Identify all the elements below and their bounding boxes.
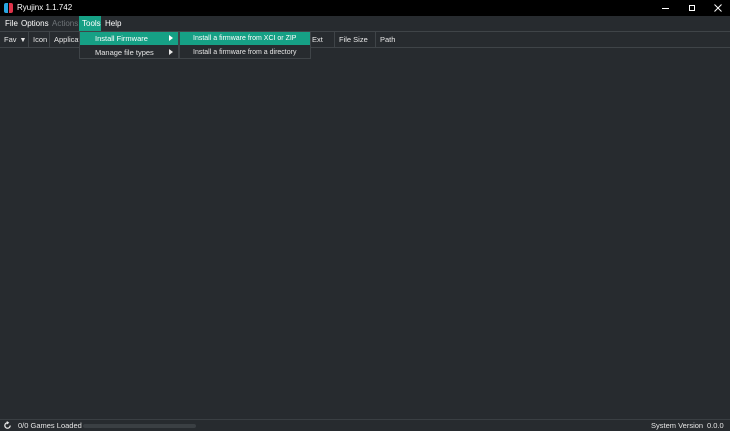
sort-down-icon: ▼ [19, 37, 27, 44]
install-firmware-xci-zip-item[interactable]: Install a firmware from XCI or ZIP [180, 32, 310, 45]
menu-help[interactable]: Help [102, 16, 124, 31]
menu-bar: File Options Actions Tools Help [0, 16, 730, 31]
close-button[interactable] [703, 0, 730, 16]
column-path[interactable]: Path [376, 32, 730, 47]
minimize-button[interactable] [650, 0, 680, 16]
install-firmware-directory-item[interactable]: Install a firmware from a directory [180, 46, 310, 59]
refresh-icon[interactable] [3, 421, 12, 430]
install-firmware-submenu: Install a firmware from XCI or ZIP Insta… [179, 31, 311, 59]
loading-progress-bar [83, 424, 196, 428]
install-firmware-menu-item[interactable]: Install Firmware [80, 32, 178, 45]
games-loaded-count: 0/0 Games Loaded [18, 421, 82, 430]
maximize-icon [689, 5, 695, 11]
minimize-icon [661, 7, 669, 9]
ryujinx-logo-icon [4, 3, 13, 13]
submenu-arrow-icon [169, 35, 173, 41]
close-icon [714, 4, 722, 12]
window-title: Ryujinx 1.1.742 [17, 3, 73, 12]
manage-file-types-menu-item[interactable]: Manage file types [80, 46, 178, 59]
title-bar: Ryujinx 1.1.742 [0, 0, 730, 16]
column-ext[interactable]: Ext [308, 32, 335, 47]
menu-tools[interactable]: Tools [79, 16, 101, 31]
menu-options[interactable]: Options [18, 16, 52, 31]
status-bar: 0/0 Games Loaded System Version 0.0.0 [0, 419, 730, 431]
tools-menu-dropdown: Install Firmware Manage file types [79, 31, 179, 59]
column-fav[interactable]: Fav ▼ [0, 32, 29, 47]
system-version-label: System Version [651, 421, 704, 430]
column-icon[interactable]: Icon [29, 32, 50, 47]
game-list[interactable] [0, 48, 730, 419]
system-version-value: 0.0.0 [707, 421, 724, 430]
column-file-size[interactable]: File Size [335, 32, 376, 47]
menu-actions[interactable]: Actions [49, 16, 81, 31]
submenu-arrow-icon [169, 49, 173, 55]
